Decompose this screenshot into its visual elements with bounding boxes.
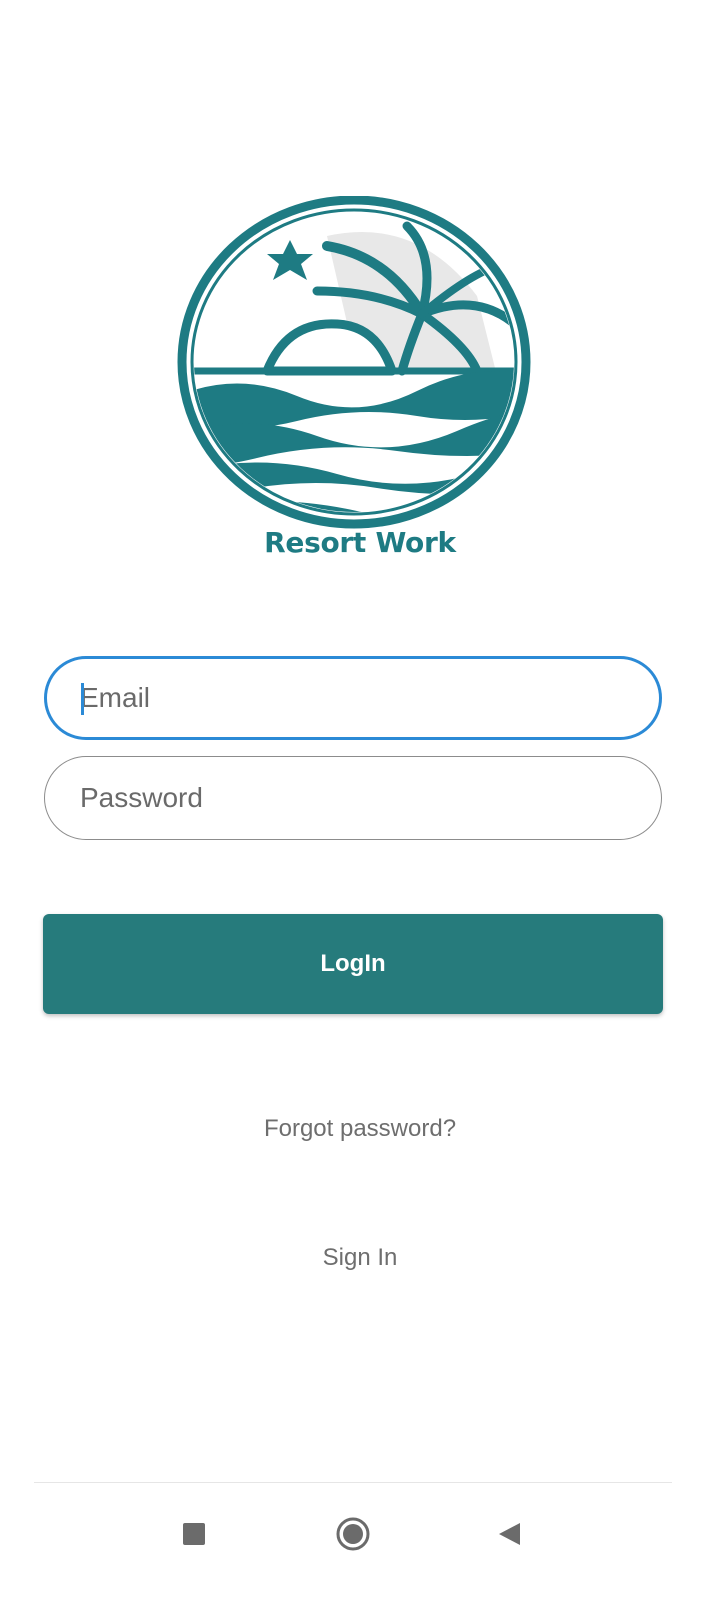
square-icon [183, 1523, 205, 1545]
system-navigation-bar [0, 1482, 720, 1600]
triangle-back-icon [499, 1523, 520, 1545]
email-input[interactable] [47, 659, 659, 737]
email-field[interactable] [44, 656, 662, 740]
home-button[interactable] [323, 1504, 383, 1564]
brand-name: Resort Work [264, 526, 456, 559]
sign-in-link[interactable]: Sign In [0, 1244, 720, 1272]
password-input[interactable] [45, 757, 661, 839]
password-field[interactable] [44, 756, 662, 840]
circle-icon [336, 1517, 370, 1551]
resort-logo-icon [177, 196, 531, 529]
text-cursor [81, 683, 84, 715]
back-button[interactable] [480, 1504, 540, 1564]
nav-divider [34, 1482, 672, 1483]
forgot-password-link[interactable]: Forgot password? [0, 1115, 720, 1143]
recents-button[interactable] [164, 1504, 224, 1564]
login-button[interactable]: LogIn [43, 914, 663, 1014]
